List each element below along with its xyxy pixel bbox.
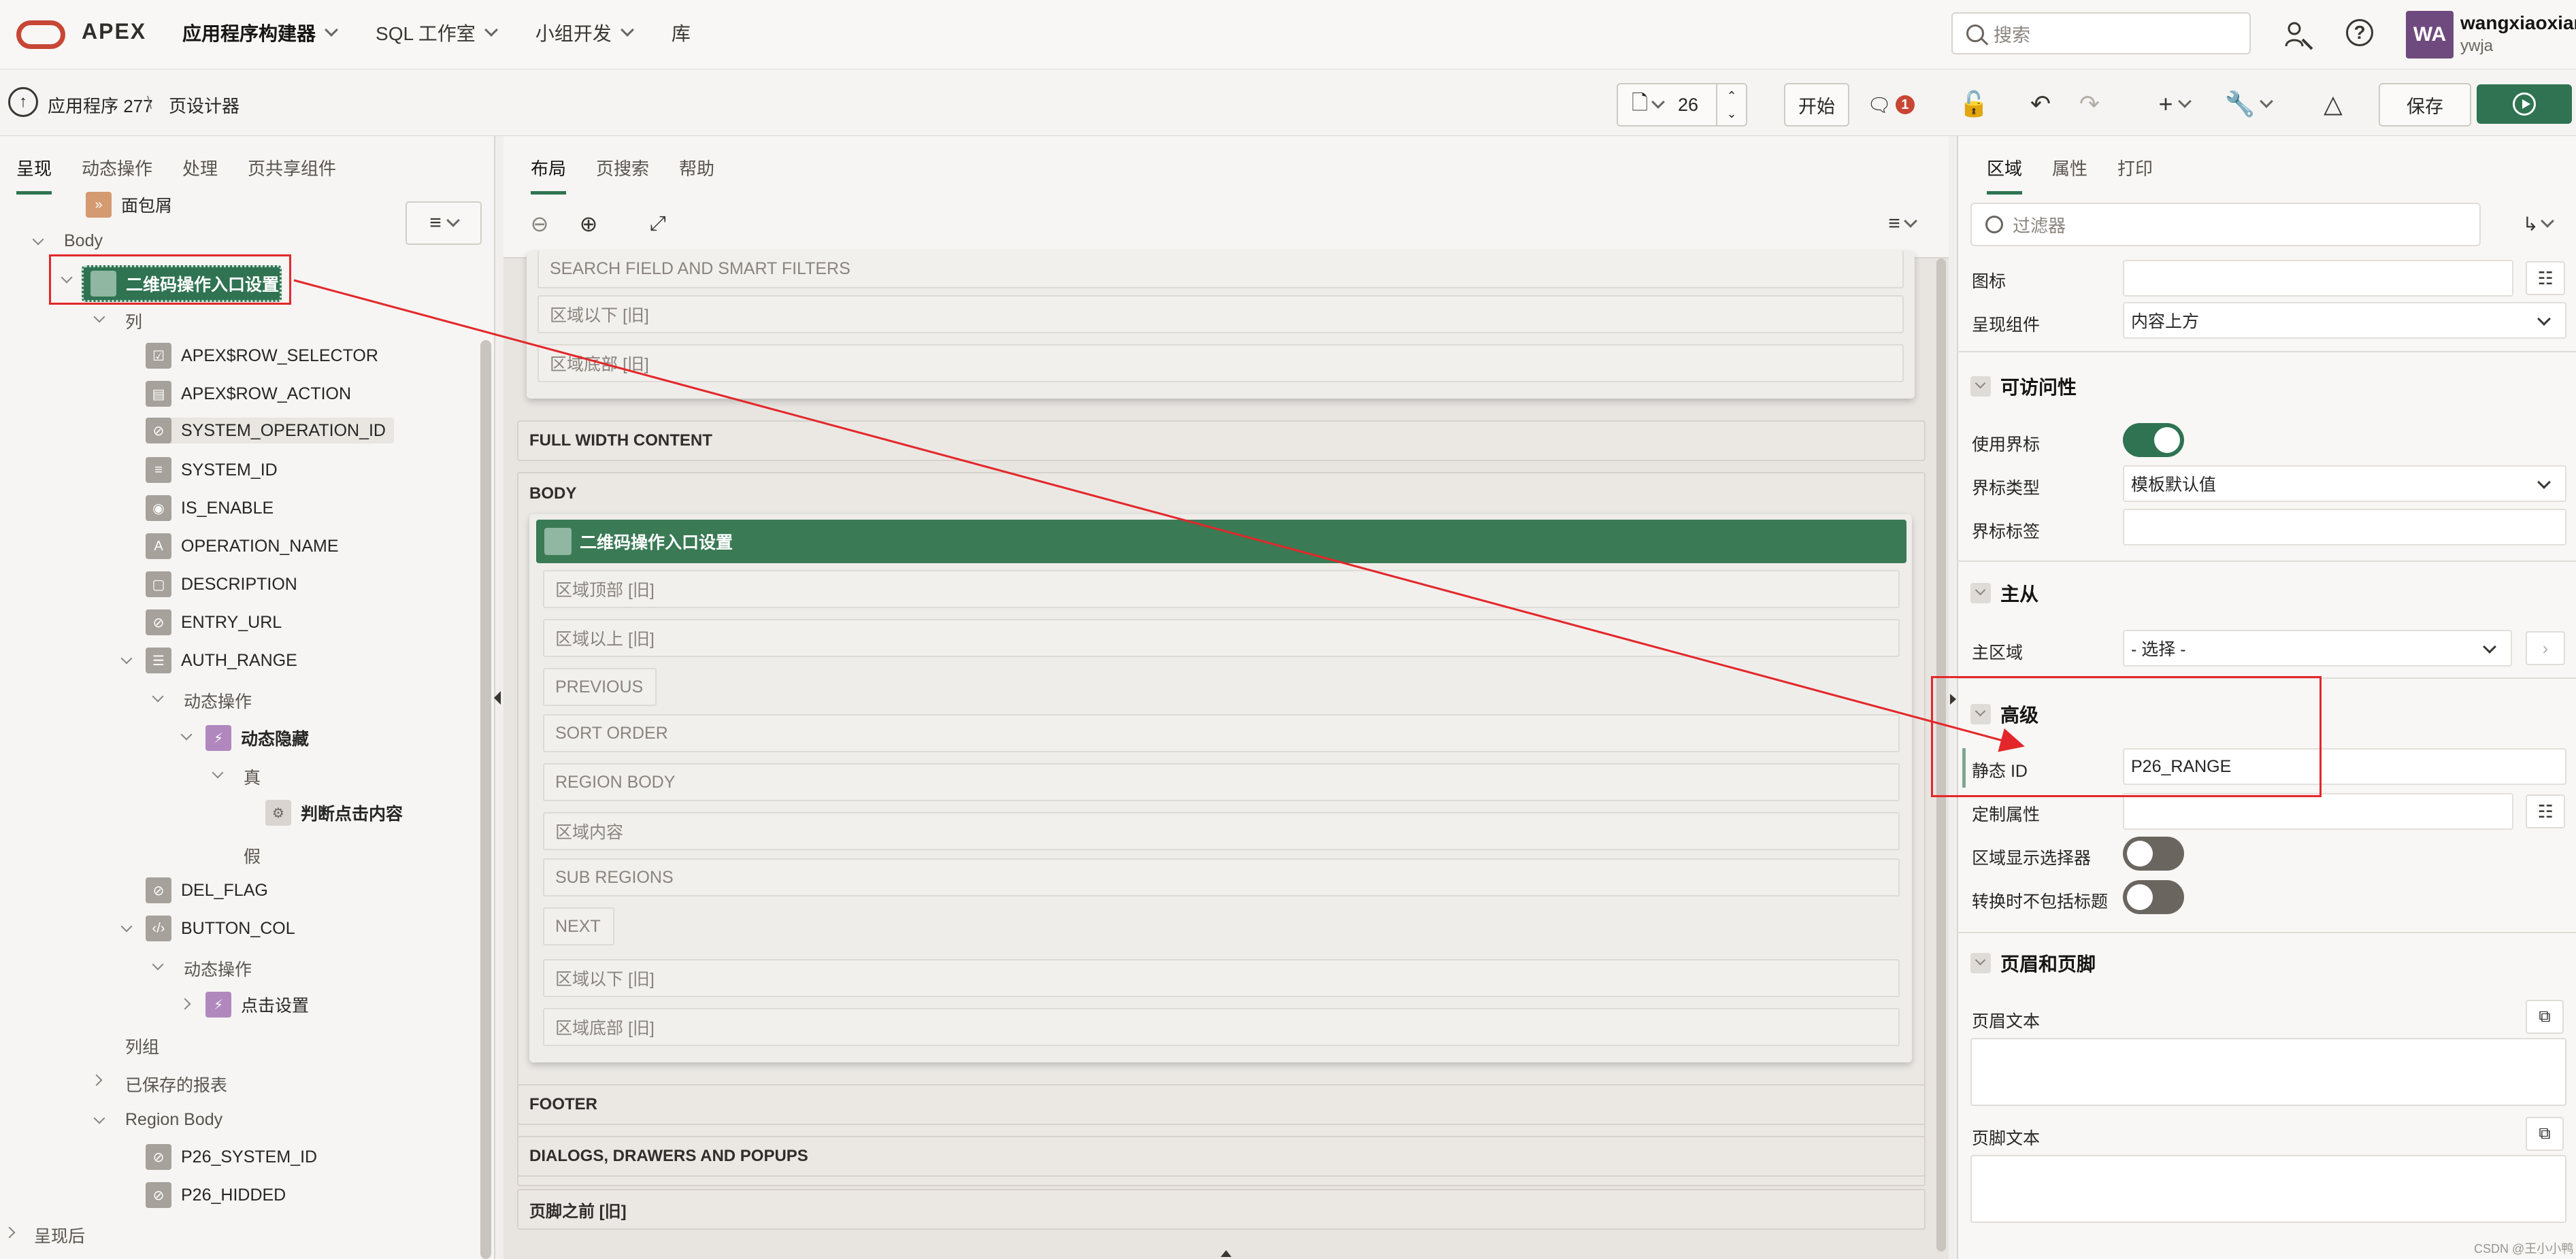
watermark: CSDN @王小小鸭 [2474,1242,2574,1256]
annotation-arrow [293,279,2025,752]
